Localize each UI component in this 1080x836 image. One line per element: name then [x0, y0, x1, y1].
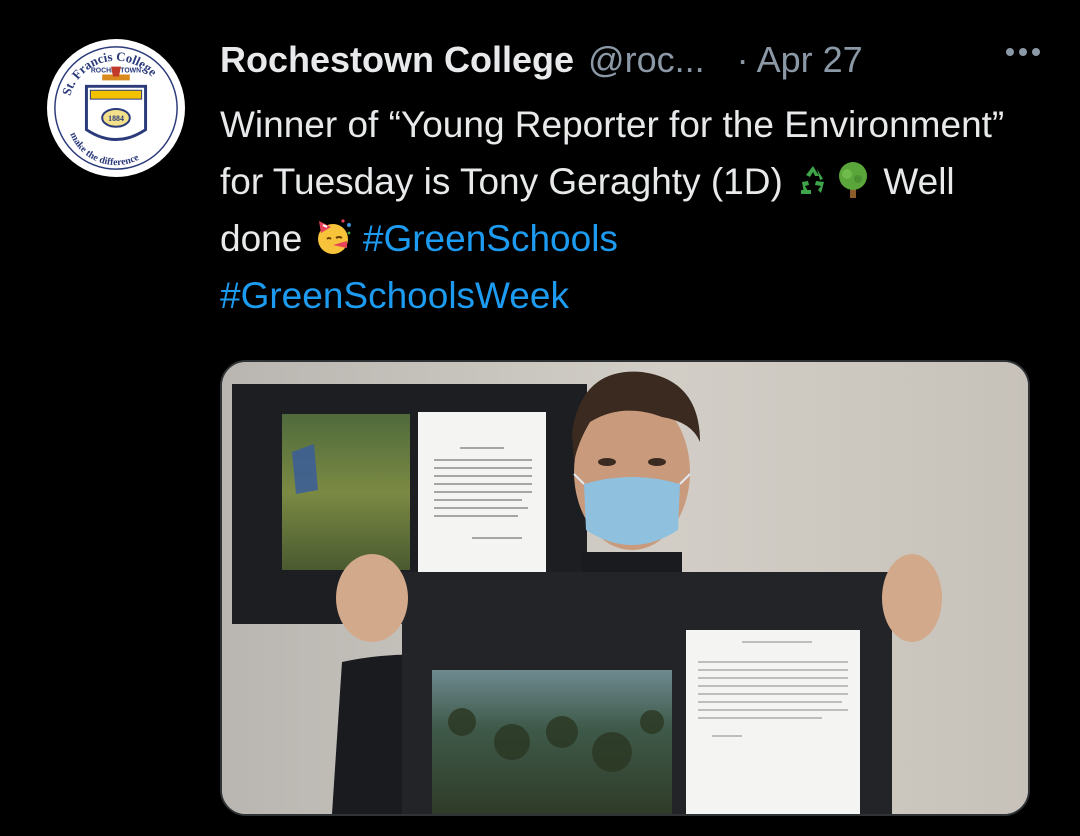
tweet-date[interactable]: Apr 27 — [757, 39, 863, 81]
recycle-icon — [793, 160, 833, 200]
more-options-icon[interactable] — [1006, 48, 1040, 56]
author-handle[interactable]: @roc... — [588, 39, 705, 81]
tweet-header: Rochestown College @roc... · Apr 27 — [220, 34, 1040, 86]
party-face-icon — [313, 217, 353, 257]
hashtag-green-schools[interactable]: #GreenSchools — [363, 218, 618, 259]
hashtag-green-schools-week[interactable]: #GreenSchoolsWeek — [220, 275, 569, 316]
profile-avatar[interactable]: St. Francis College ROCHESTOWN 1884 make… — [47, 39, 185, 177]
separator-dot: · — [736, 39, 749, 80]
tweet-text: Winner of “Young Reporter for the Enviro… — [220, 96, 1040, 324]
tweet-photo[interactable] — [220, 360, 1030, 816]
avatar-year: 1884 — [108, 114, 124, 123]
tree-icon — [833, 160, 873, 200]
author-name[interactable]: Rochestown College — [220, 39, 574, 81]
